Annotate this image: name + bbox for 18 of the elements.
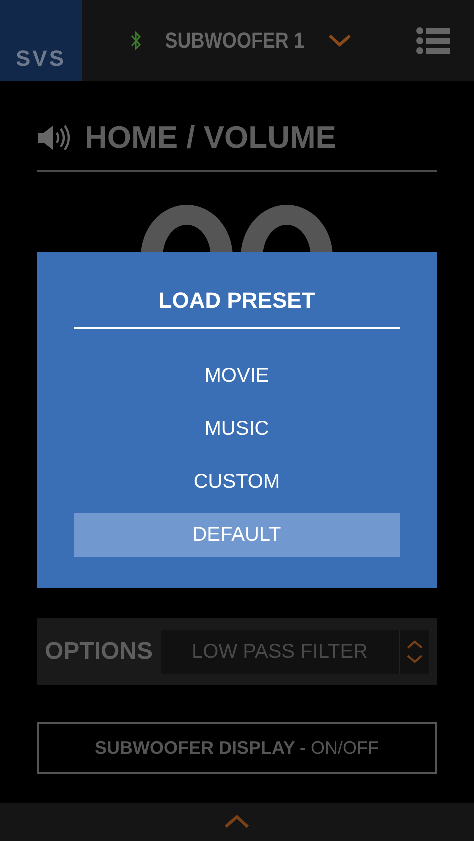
section-title: HOME / VOLUME <box>85 119 336 157</box>
device-name[interactable]: SUBWOOFER 1 <box>165 24 305 57</box>
preset-option[interactable]: CUSTOM <box>74 460 400 504</box>
preset-option[interactable]: DEFAULT <box>74 513 400 557</box>
options-label: OPTIONS <box>45 636 154 666</box>
logo: SVS <box>0 0 82 81</box>
dropdown-caret-icon[interactable] <box>328 34 351 46</box>
preset-option[interactable]: MOVIE <box>74 354 400 398</box>
chevron-up-icon[interactable] <box>224 815 250 829</box>
speaker-icon <box>37 124 71 152</box>
display-toggle-button[interactable]: SUBWOOFER DISPLAY - ON/OFF <box>37 722 437 774</box>
dialog-title: LOAD PRESET <box>74 252 400 329</box>
chevron-down-icon[interactable] <box>406 654 422 664</box>
menu-icon[interactable] <box>416 26 450 54</box>
option-select[interactable]: LOW PASS FILTER <box>161 630 429 674</box>
bluetooth-icon <box>131 30 142 50</box>
chevron-up-icon[interactable] <box>406 640 422 648</box>
preset-option[interactable]: MUSIC <box>74 407 400 451</box>
